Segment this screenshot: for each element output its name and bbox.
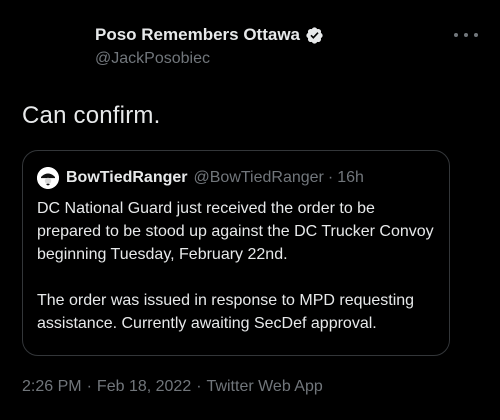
author-handle[interactable]: @JackPosobiec [95, 50, 455, 68]
quoted-paragraph: The order was issued in response to MPD … [37, 292, 415, 332]
tweet-time[interactable]: 2:26 PM [22, 378, 82, 395]
quoted-separator: · [327, 169, 334, 186]
meta-separator: · [86, 378, 92, 395]
quoted-tweet-header: BowTiedRanger @BowTiedRanger · 16h [37, 167, 364, 189]
tweet: Poso Remembers Ottawa @JackPosobiec Can … [0, 0, 500, 420]
verified-badge-icon [305, 26, 324, 45]
quoted-author-name[interactable]: BowTiedRanger [66, 169, 188, 187]
tweet-source[interactable]: Twitter Web App [207, 378, 323, 395]
author-display-name[interactable]: Poso Remembers Ottawa [95, 25, 300, 45]
tweet-meta: 2:26 PM · Feb 18, 2022 · Twitter Web App [22, 378, 323, 396]
quoted-author-handle[interactable]: @BowTiedRanger [194, 169, 324, 187]
avatar[interactable] [37, 167, 59, 189]
author-name-row: Poso Remembers Ottawa [95, 24, 455, 46]
quoted-paragraph: DC National Guard just received the orde… [37, 200, 434, 263]
quoted-tweet-text: DC National Guard just received the orde… [37, 197, 437, 358]
tweet-date[interactable]: Feb 18, 2022 [97, 378, 191, 395]
tweet-text: Can confirm. [22, 102, 161, 129]
meta-separator: · [196, 378, 202, 395]
quoted-tweet-card[interactable]: BowTiedRanger @BowTiedRanger · 16h DC Na… [22, 150, 450, 356]
more-options-icon[interactable] [454, 30, 478, 40]
tweet-header: Poso Remembers Ottawa @JackPosobiec [95, 24, 455, 68]
quoted-timestamp[interactable]: 16h [337, 169, 364, 187]
